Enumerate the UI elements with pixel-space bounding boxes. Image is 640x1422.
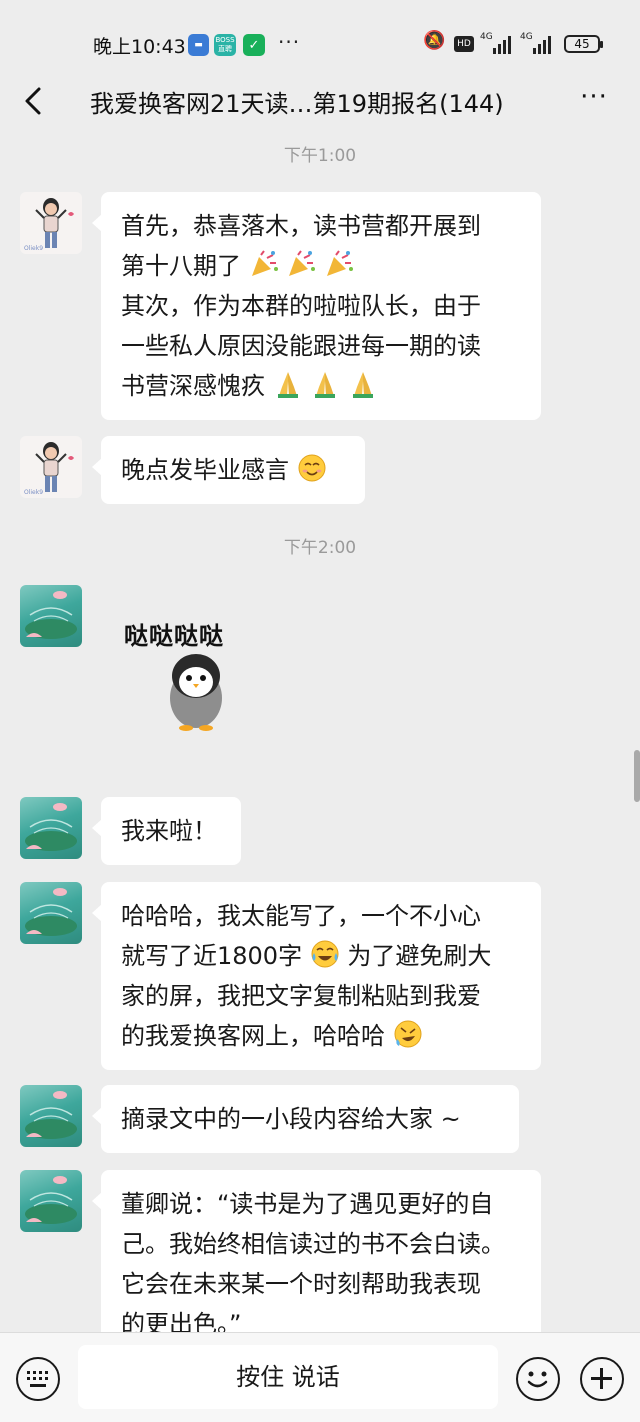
message-line: 它会在未来某一个时刻帮助我表现 [121,1270,481,1298]
battery-icon: 45 [564,35,603,53]
message-text: 晚点发毕业感言 [121,456,289,484]
emoji-button[interactable] [516,1357,560,1401]
party-popper-icon [289,250,316,276]
timestamp: 下午1:00 [283,146,357,166]
message-notification-icon: ▬ [188,34,209,56]
more-notifications-icon: ··· [278,30,301,54]
message-bubble[interactable]: 我来啦！ [92,797,241,865]
smiley-icon [527,1371,548,1388]
avatar[interactable] [20,585,82,647]
message-line: 首先，恭喜落木，读书营都开展到 [121,212,481,240]
message-text: 第十八期了 [121,252,241,280]
message-text: 书营深感愧疚 [121,372,265,400]
mute-icon: 🔕 [423,30,446,51]
message-line: 的我爱换客网上，哈哈哈 [121,1016,521,1056]
penguin-icon [170,654,222,731]
message-bubble[interactable]: 董卿说：“读书是为了遇见更好的自 己。我始终相信读过的书不会白读。 它会在未来某… [92,1170,541,1350]
penguin-sticker[interactable]: 哒哒哒哒 [118,610,288,740]
more-functions-button[interactable] [580,1357,624,1401]
party-popper-icon [251,250,278,276]
chat-header: 我爱换客网21天读…第19期报名(144) ··· [0,70,640,132]
keyboard-toggle-button[interactable] [16,1357,60,1401]
scrollbar-thumb[interactable] [634,750,640,802]
girl-avatar-icon: Oliek9 [24,198,74,252]
avatar[interactable] [20,1170,82,1232]
shield-icon: ✓ [243,34,265,56]
svg-text:Oliek9: Oliek9 [24,245,43,252]
lotus-avatar-icon [25,1176,77,1224]
message-line: 就写了近1800字 为了避免刷大 [121,936,521,976]
battery-level: 45 [574,37,590,51]
avatar[interactable] [20,1085,82,1147]
network-label-2: 4G [520,32,533,42]
status-bar: 晚上10:43 ▬ BOSS直聘 ✓ ··· 🔕 HD 4G 4G 45 [0,0,640,80]
message-text: 我来啦！ [121,817,217,845]
chevron-left-icon [25,87,41,115]
folded-hands-icon [352,372,373,398]
avatar[interactable]: Oliek9 [20,436,82,498]
message-line: 董卿说：“读书是为了遇见更好的自 [121,1190,494,1218]
smiling-face-icon [298,454,326,482]
tears-of-joy-icon [311,940,339,968]
rolling-laughing-icon [394,1020,422,1048]
hd-icon: HD [454,36,474,52]
back-button[interactable] [18,82,48,120]
lotus-avatar-icon [25,888,77,936]
network-label-1: 4G [480,32,493,42]
message-bubble[interactable]: 晚点发毕业感言 [92,436,365,504]
svg-text:Oliek9: Oliek9 [24,489,43,496]
avatar[interactable] [20,882,82,944]
message-line: 己。我始终相信读过的书不会白读。 [121,1230,505,1258]
message-text: 为了避免刷大 [347,942,492,970]
signal-icon-1 [493,34,511,54]
sticker-caption: 哒哒哒哒 [124,622,224,650]
message-bubble[interactable]: 摘录文中的一小段内容给大家 ~ [92,1085,519,1153]
lotus-avatar-icon [25,803,77,851]
message-text: 摘录文中的一小段内容给大家 ~ [121,1105,461,1133]
girl-avatar-icon: Oliek9 [24,442,74,496]
boss-app-icon: BOSS直聘 [214,34,236,56]
message-line: 其次，作为本群的啦啦队长，由于 [121,292,481,320]
message-line: 第十八期了 [121,246,521,286]
timestamp: 下午2:00 [283,538,357,558]
input-bar: 按住 说话 [0,1332,640,1422]
message-line: 书营深感愧疚 [121,366,521,406]
message-bubble[interactable]: 首先，恭喜落木，读书营都开展到 第十八期了 其次，作为本群的啦啦队长，由于 一些… [92,192,541,420]
hold-to-talk-button[interactable]: 按住 说话 [78,1345,498,1409]
more-options-button[interactable]: ··· [576,82,612,118]
message-text: 就写了近1800字 [121,942,303,970]
lotus-avatar-icon [25,1091,77,1139]
message-line: 家的屏，我把文字复制粘贴到我爱 [121,982,481,1010]
avatar[interactable] [20,797,82,859]
status-time: 晚上10:43 [93,36,186,58]
folded-hands-icon [277,372,298,398]
party-popper-icon [326,250,353,276]
avatar[interactable]: Oliek9 [20,192,82,254]
message-line: 哈哈哈，我太能写了，一个不小心 [121,902,481,930]
folded-hands-icon [315,372,336,398]
message-text: 的我爱换客网上，哈哈哈 [121,1022,385,1050]
message-bubble[interactable]: 哈哈哈，我太能写了，一个不小心 就写了近1800字 为了避免刷大 家的屏，我把文… [92,882,541,1070]
lotus-avatar-icon [25,591,77,639]
message-line: 一些私人原因没能跟进每一期的读 [121,332,481,360]
chat-title: 我爱换客网21天读…第19期报名(144) [90,90,504,118]
signal-icon-2 [533,34,551,54]
